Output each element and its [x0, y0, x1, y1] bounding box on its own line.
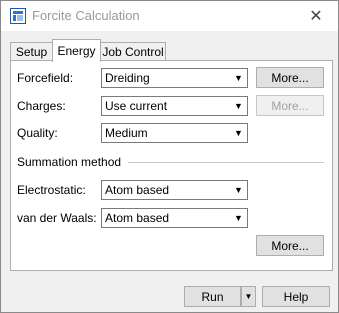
- forcefield-label: Forcefield:: [17, 71, 74, 85]
- help-button[interactable]: Help: [262, 286, 330, 307]
- tab-setup[interactable]: Setup: [10, 42, 53, 61]
- chevron-down-icon: ▼: [234, 128, 243, 138]
- summation-more-button[interactable]: More...: [256, 235, 324, 256]
- forcite-calculation-dialog: Forcite Calculation ✕ Setup Energy Job C…: [0, 0, 339, 313]
- chevron-down-icon: ▼: [234, 101, 243, 111]
- run-dropdown-button[interactable]: ▼: [241, 286, 256, 307]
- window-title: Forcite Calculation: [32, 8, 140, 23]
- vdw-label: van der Waals:: [17, 211, 97, 225]
- quality-label: Quality:: [17, 126, 58, 140]
- chevron-down-icon: ▼: [234, 213, 243, 223]
- chevron-down-icon: ▼: [234, 73, 243, 83]
- forcefield-value: Dreiding: [105, 71, 150, 85]
- charges-more-button: More...: [256, 95, 324, 116]
- chevron-down-icon: ▼: [244, 292, 253, 301]
- charges-label: Charges:: [17, 99, 66, 113]
- group-divider: [128, 162, 324, 163]
- title-bar: Forcite Calculation ✕: [1, 1, 338, 31]
- chevron-down-icon: ▼: [234, 185, 243, 195]
- energy-tab-panel: Forcefield: Dreiding ▼ More... Charges: …: [10, 60, 333, 271]
- run-button[interactable]: Run: [184, 286, 241, 307]
- electrostatic-label: Electrostatic:: [17, 183, 86, 197]
- charges-dropdown[interactable]: Use current ▼: [101, 96, 248, 116]
- close-icon: ✕: [309, 8, 323, 25]
- forcefield-more-button[interactable]: More...: [256, 67, 324, 88]
- quality-dropdown[interactable]: Medium ▼: [101, 123, 248, 143]
- tab-job-control[interactable]: Job Control: [100, 42, 166, 61]
- vdw-value: Atom based: [105, 211, 170, 225]
- vdw-dropdown[interactable]: Atom based ▼: [101, 208, 248, 228]
- electrostatic-value: Atom based: [105, 183, 170, 197]
- electrostatic-dropdown[interactable]: Atom based ▼: [101, 180, 248, 200]
- forcefield-dropdown[interactable]: Dreiding ▼: [101, 68, 248, 88]
- app-icon: [10, 8, 26, 24]
- close-button[interactable]: ✕: [294, 1, 338, 31]
- tab-energy[interactable]: Energy: [52, 39, 101, 62]
- charges-value: Use current: [105, 99, 168, 113]
- quality-value: Medium: [105, 126, 148, 140]
- summation-method-heading: Summation method: [17, 155, 122, 169]
